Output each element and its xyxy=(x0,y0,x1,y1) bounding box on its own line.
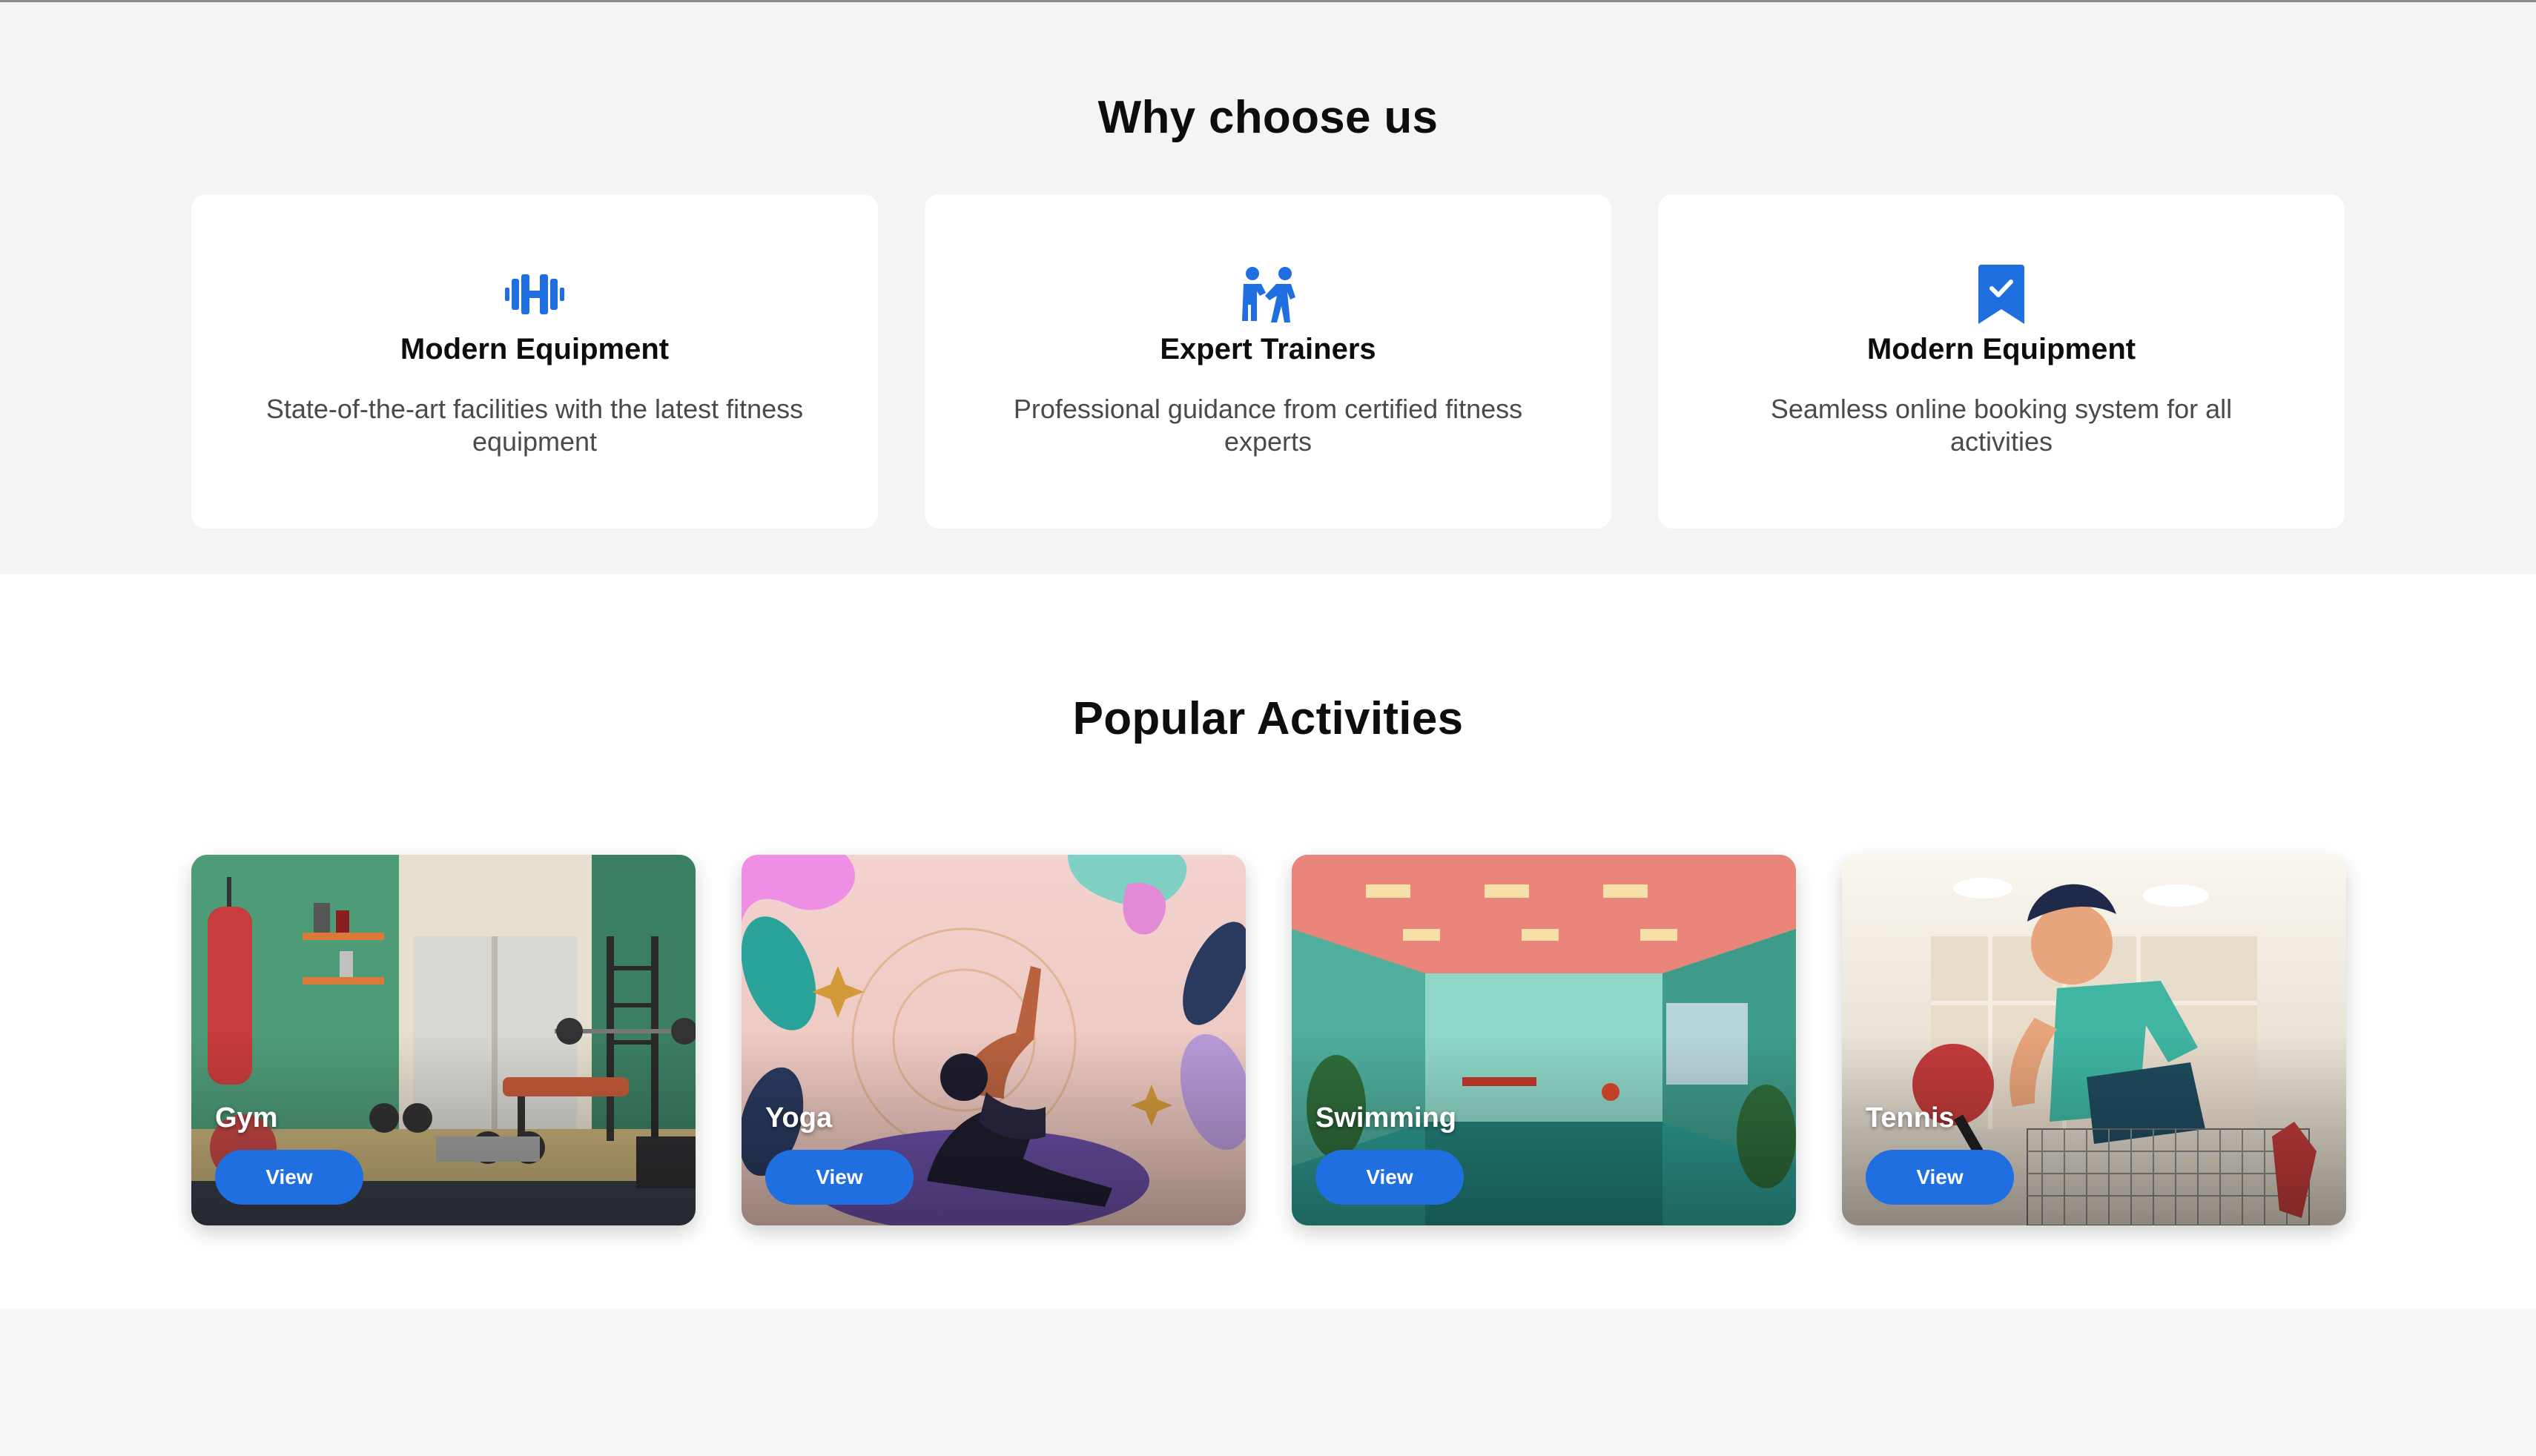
activity-title: Swimming xyxy=(1315,1102,1457,1134)
activity-title: Yoga xyxy=(765,1102,833,1134)
activity-card-tennis[interactable]: Tennis View xyxy=(1842,855,2346,1225)
activity-title: Gym xyxy=(215,1102,278,1134)
view-button-swimming[interactable]: View xyxy=(1315,1150,1464,1205)
activity-card-gym[interactable]: Gym View xyxy=(191,855,696,1225)
popular-activities-section: Popular Activities Gym View Yoga View Sw… xyxy=(0,574,2536,1309)
feature-card-trainers: Expert Trainers Professional guidance fr… xyxy=(925,194,1611,529)
section-title-popular: Popular Activities xyxy=(1072,693,1464,744)
section-title-why: Why choose us xyxy=(1097,92,1439,143)
feature-title: Modern Equipment xyxy=(400,333,670,365)
view-button-tennis[interactable]: View xyxy=(1866,1150,2014,1205)
why-choose-us-section: Why choose us Modern Equipment State-of-… xyxy=(0,2,2536,574)
feature-title: Modern Equipment xyxy=(1866,333,2136,365)
feature-card-booking: Modern Equipment Seamless online booking… xyxy=(1658,194,2345,529)
dumbbell-icon xyxy=(191,265,878,324)
activity-title: Tennis xyxy=(1866,1102,1955,1134)
activity-card-swimming[interactable]: Swimming View xyxy=(1292,855,1796,1225)
view-button-gym[interactable]: View xyxy=(215,1150,363,1205)
footer-band xyxy=(0,1309,2536,1456)
activity-card-yoga[interactable]: Yoga View xyxy=(742,855,1246,1225)
bookmark-check-icon xyxy=(1658,265,2345,324)
feature-title: Expert Trainers xyxy=(1160,333,1376,365)
feature-card-equipment: Modern Equipment State-of-the-art facili… xyxy=(191,194,878,529)
feature-description: State-of-the-art facilities with the lat… xyxy=(265,394,804,457)
feature-description: Seamless online booking system for all a… xyxy=(1770,394,2233,457)
trainers-icon xyxy=(925,265,1611,324)
feature-description: Professional guidance from certified fit… xyxy=(1013,394,1523,457)
view-button-yoga[interactable]: View xyxy=(765,1150,914,1205)
